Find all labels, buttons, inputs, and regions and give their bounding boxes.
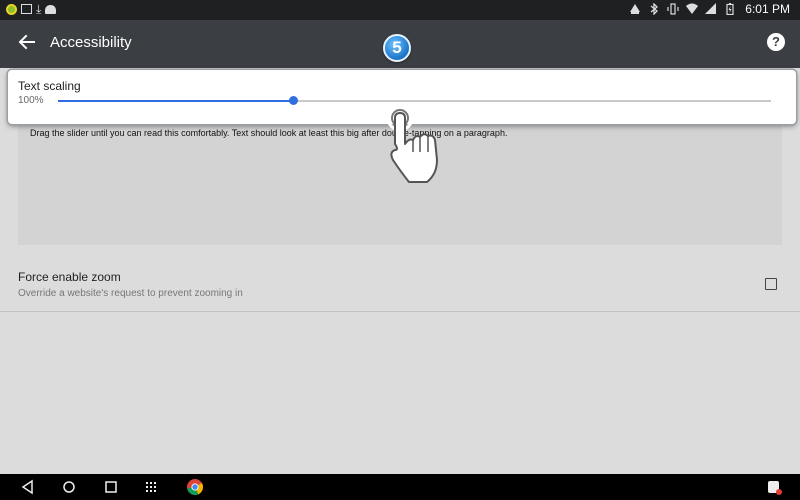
signal-icon (705, 3, 717, 14)
force-zoom-title: Force enable zoom (18, 270, 121, 284)
wifi-icon (686, 3, 699, 14)
navigation-bar (0, 474, 800, 500)
text-scaling-value: 100% (18, 95, 44, 106)
status-bar: ⤓ 6:01 PM (0, 0, 800, 20)
slider-thumb[interactable] (289, 96, 299, 105)
help-icon[interactable]: ? (767, 33, 785, 51)
notification-app-icon[interactable] (765, 478, 783, 496)
force-zoom-setting[interactable]: Force enable zoom Override a website's r… (0, 262, 800, 312)
page-title: Accessibility (50, 34, 132, 51)
app-drawer-icon[interactable] (142, 478, 160, 496)
chrome-notification-icon (6, 3, 17, 15)
step-number-badge: 5 (383, 34, 411, 62)
home-icon[interactable] (60, 478, 78, 496)
arrow-left-icon[interactable] (16, 31, 38, 53)
status-bar-left-icons: ⤓ (6, 2, 57, 16)
chrome-icon[interactable] (186, 478, 204, 496)
text-scaling-title: Text scaling (18, 79, 81, 93)
back-icon[interactable] (19, 478, 37, 496)
download-icon: ⤓ (36, 2, 42, 16)
recents-icon[interactable] (102, 478, 120, 496)
tap-hand-icon (386, 104, 438, 183)
vibrate-icon (667, 3, 679, 15)
force-zoom-subtitle: Override a website's request to prevent … (18, 288, 243, 299)
battery-icon (726, 3, 734, 15)
force-zoom-checkbox[interactable] (765, 278, 777, 290)
text-scaling-slider[interactable] (58, 96, 771, 105)
status-bar-clock: 6:01 PM (745, 2, 790, 16)
status-bar-right-icons: 6:01 PM (629, 2, 790, 16)
slider-fill (58, 100, 294, 102)
image-icon (21, 4, 32, 14)
notification-icon (630, 4, 641, 14)
bluetooth-icon (650, 3, 659, 15)
android-icon (45, 4, 57, 14)
